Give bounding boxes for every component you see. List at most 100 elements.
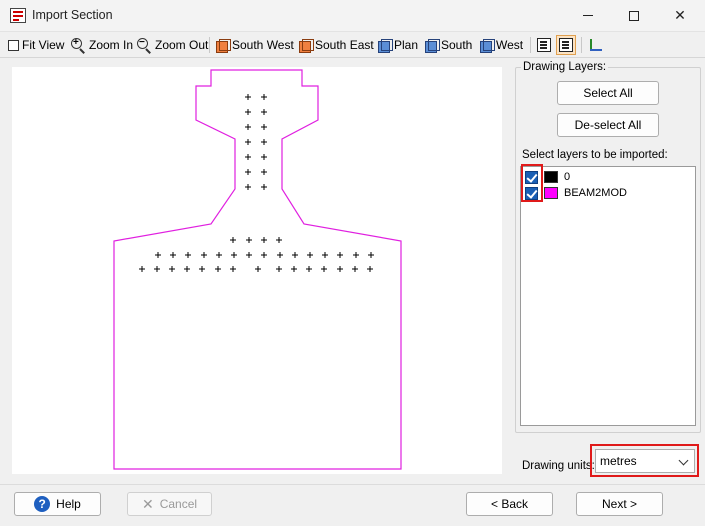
zoom-out-label: Zoom Out (155, 38, 209, 52)
rebar-marker (245, 169, 251, 175)
back-button[interactable]: < Back (466, 492, 553, 516)
rebar-marker (261, 124, 267, 130)
title-bar: Import Section ✕ (0, 0, 705, 32)
rebar-marker (245, 154, 251, 160)
help-icon: ? (34, 496, 51, 512)
units-highlight-box (590, 444, 699, 477)
list-view-icon (537, 38, 551, 52)
import-section-app-icon (10, 8, 26, 23)
zoom-in-button[interactable]: + Zoom In (71, 35, 133, 55)
rebar-marker (277, 252, 283, 258)
rebar-marker (231, 252, 237, 258)
view-west-label: West (496, 38, 524, 52)
rebar-marker (255, 266, 261, 272)
rebar-marker (230, 237, 236, 243)
rebar-marker (199, 266, 205, 272)
view-south-west-label: South West (232, 38, 294, 52)
drawing-units-label: Drawing units: (522, 460, 595, 472)
cube-view-icon (425, 38, 440, 53)
drawing-canvas[interactable] (12, 67, 502, 474)
list-view-active-icon (559, 38, 573, 52)
rebar-marker (246, 237, 252, 243)
maximize-icon (629, 10, 639, 21)
layer-0-name: 0 (564, 171, 571, 183)
rebar-marker (276, 237, 282, 243)
view-south-button[interactable]: South (425, 35, 472, 55)
layer-beam2mod-name: BEAM2MOD (564, 187, 627, 199)
deselect-all-button[interactable]: De-select All (557, 113, 659, 137)
rebar-marker (169, 266, 175, 272)
rebar-marker (261, 237, 267, 243)
rebar-marker (216, 252, 222, 258)
rebar-marker (352, 266, 358, 272)
cancel-button[interactable]: ✕ Cancel (127, 492, 212, 516)
fit-view-icon (8, 39, 19, 51)
cancel-label: Cancel (159, 497, 198, 511)
zoom-in-icon: + (71, 37, 86, 53)
rebar-marker (245, 109, 251, 115)
cancel-icon: ✕ (141, 495, 154, 512)
rebar-marker (230, 266, 236, 272)
toolbar-separator (581, 37, 582, 53)
rebar-marker (246, 252, 252, 258)
rebar-marker (368, 252, 374, 258)
rebar-marker (306, 266, 312, 272)
rebar-marker (184, 266, 190, 272)
rebar-marker (337, 266, 343, 272)
close-button[interactable]: ✕ (657, 0, 703, 31)
list-view-active-button[interactable] (556, 35, 576, 55)
rebar-marker (261, 109, 267, 115)
rebar-marker (185, 252, 191, 258)
rebar-marker (307, 252, 313, 258)
rebar-marker (170, 252, 176, 258)
rebar-marker (276, 266, 282, 272)
fit-view-button[interactable]: Fit View (8, 35, 64, 55)
view-plan-button[interactable]: Plan (378, 35, 418, 55)
view-south-label: South (441, 38, 473, 52)
rebar-marker (155, 252, 161, 258)
toolbar: Fit View + Zoom In − Zoom Out South West… (0, 32, 705, 58)
toolbar-separator (530, 37, 531, 53)
rebar-marker (321, 266, 327, 272)
maximize-button[interactable] (611, 0, 657, 31)
view-plan-label: Plan (394, 38, 419, 52)
zoom-out-icon: − (137, 37, 152, 53)
rebar-marker (139, 266, 145, 272)
help-button[interactable]: ? Help (14, 492, 101, 516)
rebar-marker (261, 184, 267, 190)
view-south-west-button[interactable]: South West (216, 35, 294, 55)
view-south-east-label: South East (315, 38, 374, 52)
minimize-button[interactable] (565, 0, 611, 31)
list-view-button[interactable] (535, 35, 553, 55)
next-button[interactable]: Next > (576, 492, 663, 516)
layer-0-color-swatch (544, 171, 558, 183)
rebar-marker (261, 94, 267, 100)
rebar-marker (261, 252, 267, 258)
view-south-east-button[interactable]: South East (299, 35, 374, 55)
select-all-button[interactable]: Select All (557, 81, 659, 105)
toolbar-separator (209, 37, 210, 53)
rebar-marker (201, 252, 207, 258)
axes-button[interactable] (585, 35, 605, 55)
rebar-marker (261, 169, 267, 175)
minimize-icon (583, 15, 593, 16)
rebar-marker (367, 266, 373, 272)
layer-list[interactable]: 0 BEAM2MOD (520, 166, 696, 426)
cube-view-icon (378, 38, 393, 53)
rebar-marker (245, 94, 251, 100)
layer-list-title: Select layers to be imported: (522, 149, 668, 161)
layer-beam2mod-color-swatch (544, 187, 558, 199)
close-icon: ✕ (674, 7, 686, 23)
rebar-marker (322, 252, 328, 258)
checkbox-highlight-box (521, 164, 543, 202)
section-drawing (113, 69, 402, 470)
rebar-marker (215, 266, 221, 272)
axes-icon (587, 37, 603, 53)
rebar-marker (261, 139, 267, 145)
rebar-marker (261, 154, 267, 160)
rebar-marker (337, 252, 343, 258)
rebar-marker (154, 266, 160, 272)
drawing-layers-title: Drawing Layers: (521, 61, 609, 73)
view-west-button[interactable]: West (480, 35, 523, 55)
zoom-out-button[interactable]: − Zoom Out (137, 35, 208, 55)
